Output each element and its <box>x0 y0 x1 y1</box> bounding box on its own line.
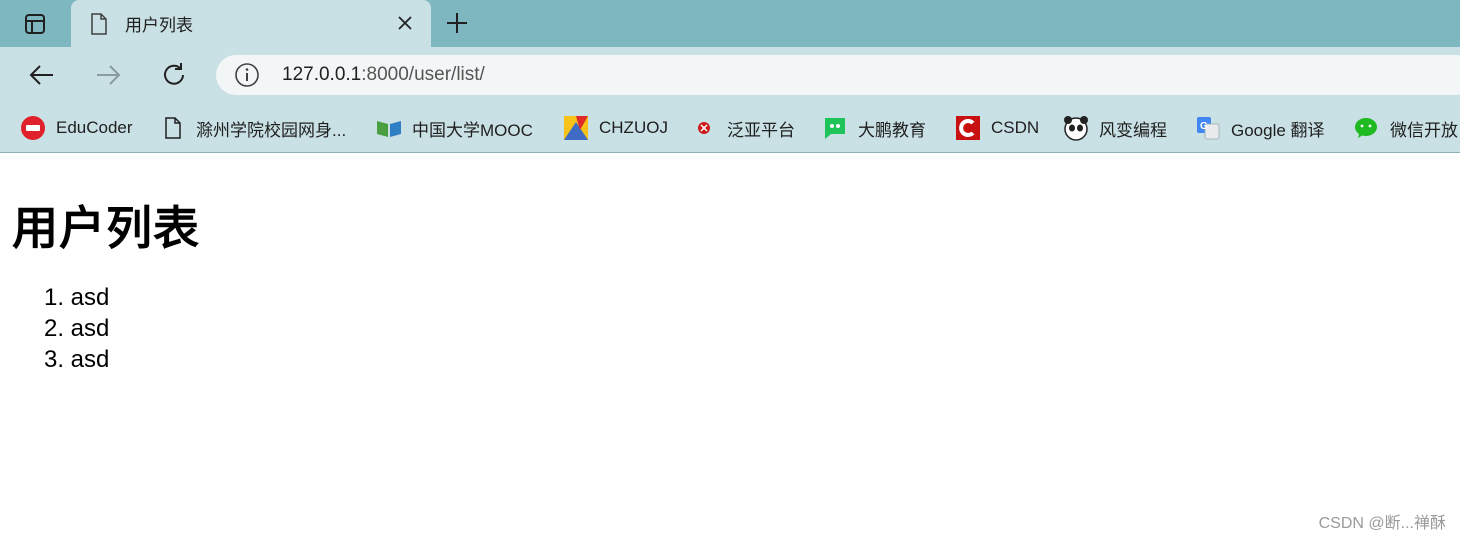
url-host: 127.0.0.1 <box>282 64 362 85</box>
google-translate-icon: G <box>1195 115 1221 141</box>
document-icon <box>89 12 109 35</box>
tab-actions-icon[interactable] <box>19 8 51 40</box>
watermark: CSDN @断...禅酥 <box>1318 515 1446 532</box>
fanya-logo-icon <box>691 115 717 141</box>
reload-icon <box>164 63 184 85</box>
bookmark-educoder[interactable]: EduCoder <box>20 114 133 142</box>
list-item: 3. asd <box>44 346 110 373</box>
user-list: 1. asd 2. asd 3. asd <box>44 282 109 375</box>
tab-title: 用户列表 <box>125 16 193 36</box>
bookmark-chzuoj[interactable]: CHZUOJ <box>563 114 668 142</box>
bookmark-label: 滁州学院校园网身... <box>196 120 347 140</box>
bookmark-label: EduCoder <box>56 118 133 137</box>
bookmark-label: 中国大学MOOC <box>412 120 533 140</box>
site-info-icon[interactable] <box>234 62 260 88</box>
address-url[interactable]: 127.0.0.1:8000/user/list/ <box>282 64 485 86</box>
forward-button[interactable] <box>89 56 127 94</box>
new-tab-button[interactable] <box>440 6 474 40</box>
bookmarks-bar: EduCoder 滁州学院校园网身... 中国大学MOOC CHZUOJ 泛亚平… <box>0 103 1460 153</box>
bookmark-chuzhou[interactable]: 滁州学院校园网身... <box>160 114 346 142</box>
bookmark-label: Google 翻译 <box>1231 120 1325 140</box>
bookmark-google-translate[interactable]: G Google 翻译 <box>1195 114 1325 142</box>
back-button[interactable] <box>23 56 61 94</box>
url-path: :8000/user/list/ <box>361 64 485 85</box>
bookmark-label: 微信开放 <box>1390 120 1458 140</box>
bookmark-label: 泛亚平台 <box>727 120 795 140</box>
list-item: 2. asd <box>44 315 110 342</box>
bookmark-label: CSDN <box>991 118 1040 137</box>
tab-active[interactable]: 用户列表 <box>71 0 431 47</box>
list-item: 1. asd <box>44 284 110 311</box>
close-tab-icon[interactable] <box>393 11 417 35</box>
bookmark-fengbian[interactable]: 风变编程 <box>1063 114 1167 142</box>
bookmark-csdn[interactable]: CSDN <box>955 114 1039 142</box>
chzuoj-logo-icon <box>563 115 589 141</box>
bookmark-label: CHZUOJ <box>599 118 668 137</box>
tab-strip: 用户列表 <box>0 0 1460 47</box>
wechat-icon <box>1354 115 1380 141</box>
forward-arrow-icon <box>97 65 121 85</box>
page-title: 用户列表 <box>12 201 200 255</box>
dapeng-logo-icon <box>822 115 848 141</box>
bookmark-fanya[interactable]: 泛亚平台 <box>691 114 795 142</box>
fengbian-logo-icon <box>1063 115 1089 141</box>
csdn-logo-icon <box>955 115 981 141</box>
page-content: 用户列表 1. asd 2. asd 3. asd CSDN @断...禅酥 <box>0 154 1460 541</box>
educoder-logo-icon <box>20 115 46 141</box>
bookmark-wechat[interactable]: 微信开放 <box>1354 114 1458 142</box>
svg-text:G: G <box>1200 121 1208 132</box>
back-arrow-icon <box>29 65 53 85</box>
address-bar[interactable]: 127.0.0.1:8000/user/list/ <box>216 55 1460 95</box>
bookmark-label: 大鹏教育 <box>858 120 926 140</box>
bookmark-mooc[interactable]: 中国大学MOOC <box>376 114 533 142</box>
tab-actions[interactable] <box>0 0 70 47</box>
bookmark-dapeng[interactable]: 大鹏教育 <box>822 114 926 142</box>
bookmark-label: 风变编程 <box>1099 120 1167 140</box>
document-icon <box>160 115 186 141</box>
toolbar: 127.0.0.1:8000/user/list/ <box>0 47 1460 103</box>
mooc-logo-icon <box>376 115 402 141</box>
reload-button[interactable] <box>155 56 193 94</box>
